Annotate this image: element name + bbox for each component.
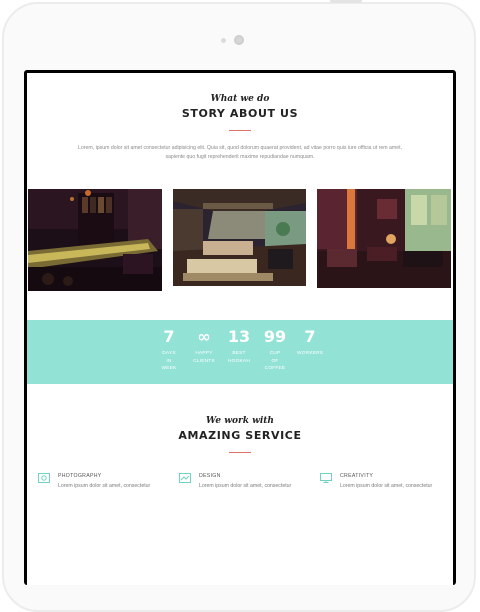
- service-section: We work with AMAZING SERVICE: [27, 416, 453, 453]
- story-intro-line: Lorem, ipsum dolor sit amet consectetur …: [78, 145, 402, 151]
- service-title: PHOTOGRAPHY: [58, 473, 102, 479]
- service-script-title: We work with: [206, 416, 274, 426]
- service-title: CREATIVITY: [340, 473, 374, 479]
- stat-label: CUP OF COFFEE: [264, 351, 286, 371]
- gallery-photo-terrace[interactable]: [173, 189, 306, 286]
- stat-happy-clients: ∞ HAPPY CLIENTS: [191, 328, 217, 365]
- story-script-title: What we do: [210, 94, 270, 104]
- story-section: What we do STORY ABOUT US Lorem, ipsum d…: [27, 94, 453, 162]
- stats-band: 7 DAYS IN WEEK ∞ HAPPY CLIENTS 13 BEST HOOKA…: [27, 320, 453, 384]
- stat-workers: 7 WORKERS: [297, 328, 323, 358]
- story-intro-line: sapiente quo fugit reprehenderit maxime …: [165, 154, 315, 160]
- creativity-icon: [320, 473, 332, 483]
- photography-icon: [38, 473, 50, 483]
- tablet-device: What we do STORY ABOUT US Lorem, ipsum d…: [0, 0, 480, 612]
- story-divider: [229, 130, 251, 131]
- stat-number: 7: [163, 327, 175, 346]
- gallery-photo-lounge[interactable]: [317, 189, 451, 288]
- stat-best-hookah: 13 BEST HOOKAH: [226, 328, 252, 365]
- stat-number: ∞: [197, 327, 211, 346]
- sensor-dot: [221, 38, 226, 43]
- camera-icon: [234, 35, 244, 45]
- stat-days-in-week: 7 DAYS IN WEEK: [156, 328, 182, 373]
- service-text: Lorem ipsum dolor sit amet, consectetur: [340, 483, 433, 489]
- stat-label: BEST HOOKAH: [228, 351, 250, 364]
- tablet-screen: What we do STORY ABOUT US Lorem, ipsum d…: [24, 70, 456, 585]
- gallery-photo-bar[interactable]: [28, 189, 162, 291]
- stat-label: DAYS IN WEEK: [161, 351, 177, 371]
- service-title: AMAZING SERVICE: [178, 429, 302, 442]
- story-title: STORY ABOUT US: [181, 107, 299, 120]
- service-divider: [229, 452, 251, 453]
- service-text: Lorem ipsum dolor sit amet, consectetur: [58, 483, 151, 489]
- gallery: [27, 188, 453, 292]
- design-icon: [179, 473, 191, 483]
- stat-number: 7: [304, 327, 316, 346]
- website-page: What we do STORY ABOUT US Lorem, ipsum d…: [27, 73, 453, 585]
- stat-cup-of-coffee: 99 CUP OF COFFEE: [262, 328, 288, 373]
- stat-number: 99: [263, 327, 287, 346]
- device-button: [330, 0, 362, 3]
- stat-label: WORKERS: [297, 351, 324, 356]
- service-title: DESIGN: [199, 473, 221, 479]
- service-text: Lorem ipsum dolor sit amet, consectetur: [199, 483, 292, 489]
- stat-number: 13: [227, 327, 251, 346]
- stat-label: HAPPY CLIENTS: [193, 351, 215, 364]
